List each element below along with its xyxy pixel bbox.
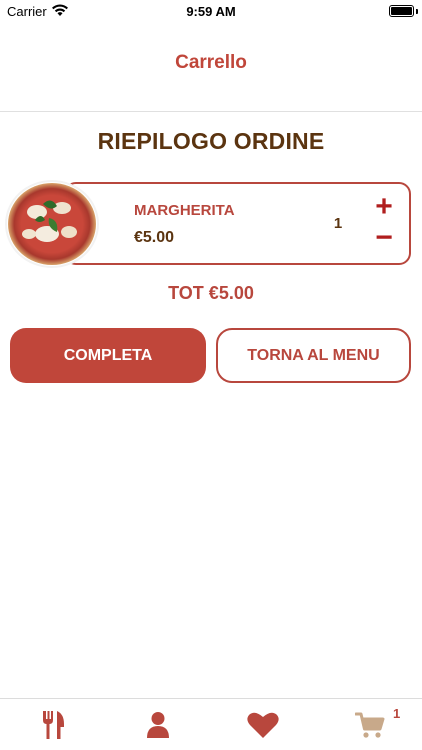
item-price: €5.00 bbox=[134, 229, 175, 246]
navigation-bar: Carrello bbox=[0, 22, 422, 112]
pizza-image bbox=[5, 180, 99, 268]
status-bar: Carrier 9:59 AM bbox=[0, 0, 422, 22]
fork-knife-icon bbox=[43, 711, 64, 739]
complete-order-button[interactable]: COMPLETA bbox=[10, 328, 206, 383]
page-title: Carrello bbox=[175, 52, 247, 73]
back-to-menu-button[interactable]: TORNA AL MENU bbox=[216, 328, 411, 383]
cart-item-card bbox=[64, 182, 411, 265]
battery-tip bbox=[416, 9, 418, 14]
person-icon bbox=[147, 712, 169, 738]
decrease-quantity-button[interactable]: − bbox=[371, 223, 397, 253]
cart-count-badge: 1 bbox=[393, 706, 401, 721]
heart-icon bbox=[247, 712, 279, 738]
item-quantity: 1 bbox=[333, 215, 343, 232]
order-summary-heading: RIEPILOGO ORDINE bbox=[97, 128, 325, 154]
increase-quantity-button[interactable]: + bbox=[371, 192, 397, 222]
battery-icon bbox=[389, 5, 414, 17]
order-total: TOT €5.00 bbox=[168, 283, 254, 303]
clock: 9:59 AM bbox=[186, 4, 236, 19]
tab-cart[interactable] bbox=[350, 709, 390, 741]
item-name: MARGHERITA bbox=[134, 202, 235, 219]
tab-profile[interactable] bbox=[138, 709, 178, 741]
cart-icon bbox=[355, 712, 385, 738]
tab-bar bbox=[0, 698, 422, 750]
tab-menu[interactable] bbox=[33, 709, 73, 741]
tab-favorites[interactable] bbox=[243, 709, 283, 741]
